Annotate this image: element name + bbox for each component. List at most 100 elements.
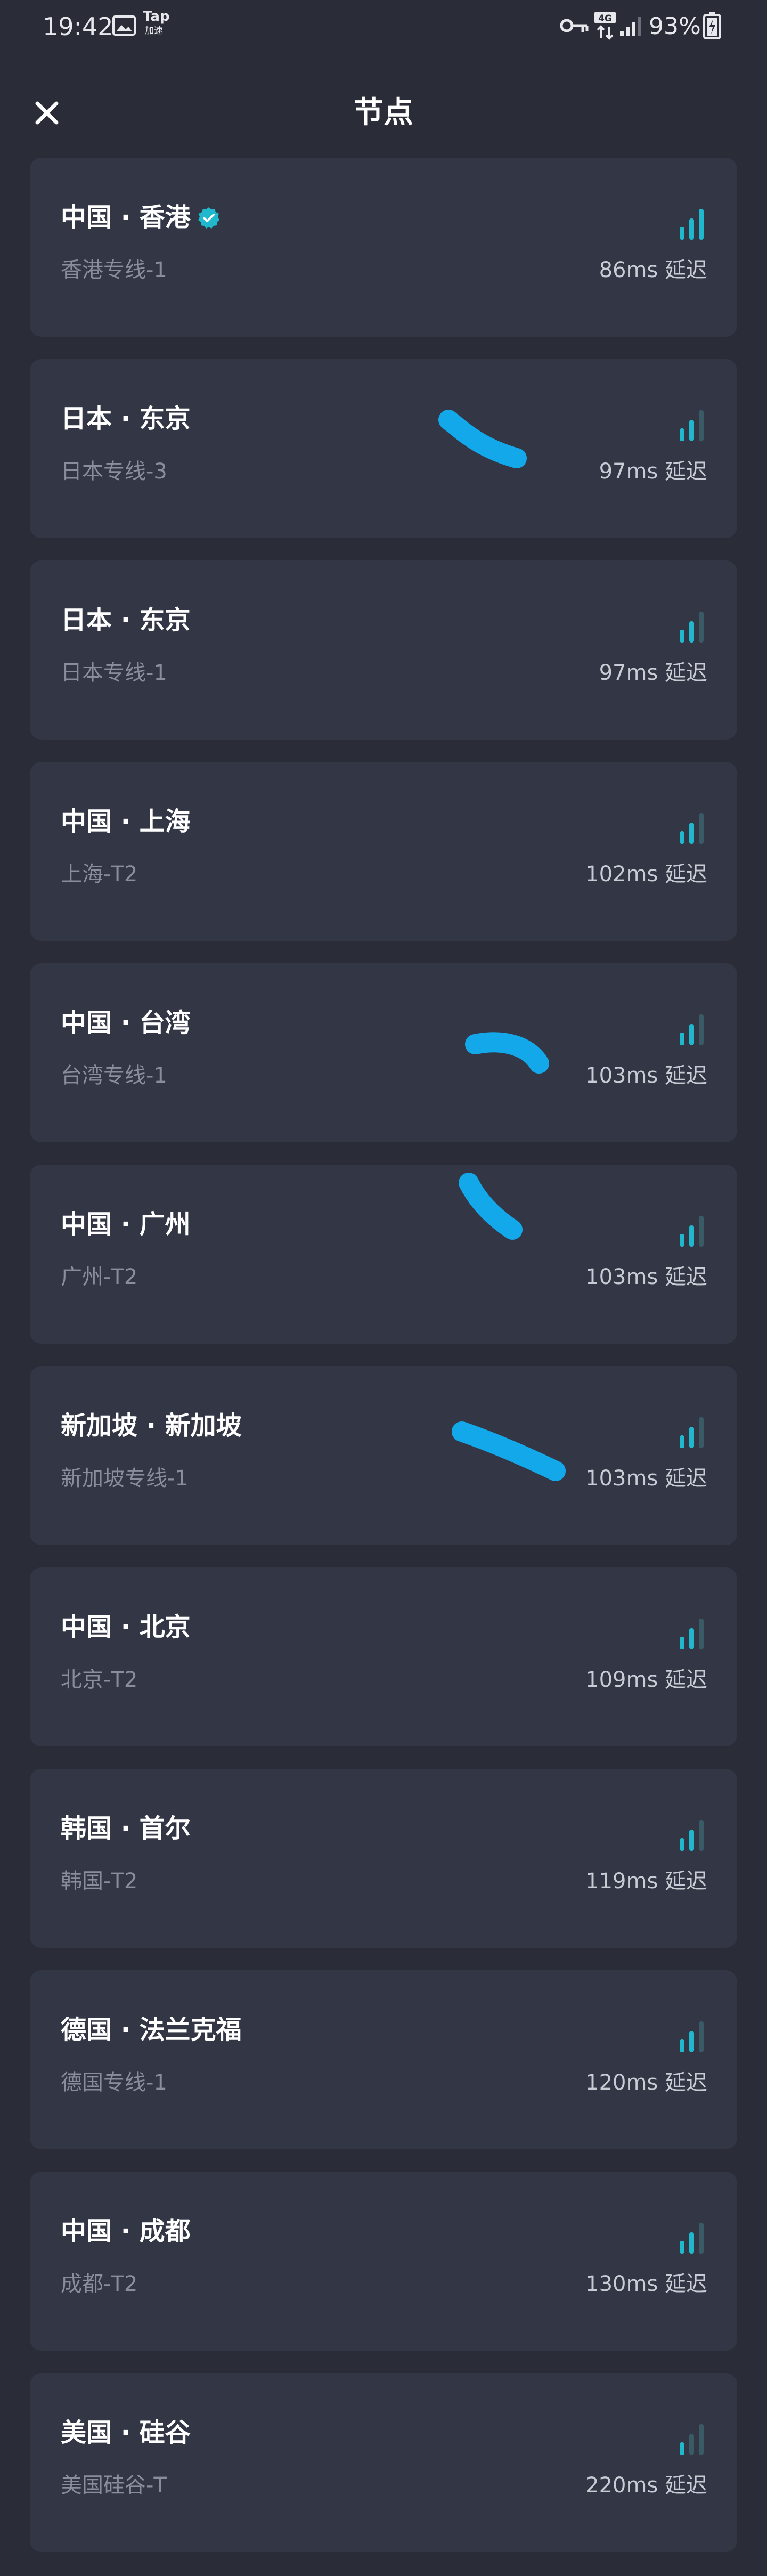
node-latency: 130ms 延迟 <box>585 2272 707 2296</box>
battery-percent: 93% <box>649 13 701 40</box>
node-card[interactable]: 韩国 · 首尔 韩国-T2 119ms 延迟 <box>30 1769 737 1948</box>
signal-bar <box>689 420 694 441</box>
node-latency: 109ms 延迟 <box>585 1668 707 1692</box>
verified-icon <box>197 205 221 229</box>
signal-bar <box>680 227 684 240</box>
node-card[interactable]: 日本 · 东京 日本专线-1 97ms 延迟 <box>30 560 737 740</box>
node-subtitle: 成都-T2 <box>61 2272 138 2296</box>
signal-bar <box>689 621 694 643</box>
node-card[interactable]: 中国 · 广州 广州-T2 103ms 延迟 <box>30 1165 737 1344</box>
signal-bar <box>680 428 684 441</box>
header: 节点 <box>0 80 767 149</box>
node-latency: 102ms 延迟 <box>585 862 707 887</box>
signal-bars-icon <box>680 2223 704 2254</box>
signal-strength-icon <box>678 2019 707 2053</box>
node-card[interactable]: 中国 · 成都 成都-T2 130ms 延迟 <box>30 2172 737 2351</box>
signal-bar <box>699 1417 704 1448</box>
signal-bar <box>699 813 704 844</box>
signal-bars-icon <box>680 612 704 643</box>
gallery-icon <box>112 15 136 36</box>
node-title-text: 中国 · 香港 <box>61 202 191 232</box>
signal-strength-icon <box>678 1012 707 1046</box>
signal-bar <box>689 1628 694 1649</box>
signal-bars-icon <box>680 2424 704 2455</box>
signal-bar <box>699 1216 704 1247</box>
signal-strength-icon <box>678 1616 707 1651</box>
signal-bar <box>680 831 684 844</box>
signal-bar <box>689 1024 694 1045</box>
network-type: 4G <box>598 13 612 24</box>
page-title: 节点 <box>354 95 413 130</box>
signal-bar <box>689 2031 694 2052</box>
signal-bar <box>689 1830 694 1851</box>
node-card[interactable]: 中国 · 台湾 台湾专线-1 103ms 延迟 <box>30 963 737 1142</box>
node-card[interactable]: 日本 · 东京 日本专线-3 97ms 延迟 <box>30 359 737 538</box>
signal-bar <box>689 823 694 844</box>
node-card[interactable]: 新加坡 · 新加坡 新加坡专线-1 103ms 延迟 <box>30 1366 737 1545</box>
node-subtitle: 台湾专线-1 <box>61 1063 167 1088</box>
signal-bars-icon <box>680 1820 704 1851</box>
signal-bar <box>680 1234 684 1247</box>
signal-bar <box>699 410 704 441</box>
node-card[interactable]: 美国 · 硅谷 美国硅谷-T 220ms 延迟 <box>30 2373 737 2552</box>
node-latency: 97ms 延迟 <box>599 661 707 685</box>
signal-bar <box>699 1014 704 1045</box>
mobile-data-icon: 4G <box>593 11 617 40</box>
node-subtitle: 香港专线-1 <box>61 258 167 282</box>
signal-strength-icon <box>678 1415 707 1449</box>
signal-bar <box>680 1435 684 1448</box>
signal-bar <box>689 218 694 240</box>
battery-icon <box>703 12 721 39</box>
node-subtitle: 日本专线-3 <box>61 459 167 484</box>
node-subtitle: 广州-T2 <box>61 1265 138 1289</box>
node-card[interactable]: 德国 · 法兰克福 德国专线-1 120ms 延迟 <box>30 1970 737 2149</box>
signal-bar <box>699 2021 704 2052</box>
signal-bar <box>699 2424 704 2455</box>
node-title: 韩国 · 首尔 <box>61 1814 191 1843</box>
signal-bar <box>689 1427 694 1448</box>
signal-bars-icon <box>680 1619 704 1649</box>
signal-bars-icon <box>680 1216 704 1247</box>
node-title: 中国 · 上海 <box>61 807 191 836</box>
signal-bar <box>680 1637 684 1649</box>
signal-strength-icon <box>678 610 707 644</box>
signal-bar <box>699 1619 704 1649</box>
node-latency: 103ms 延迟 <box>585 1063 707 1088</box>
signal-bars-icon <box>680 410 704 441</box>
node-title: 中国 · 成都 <box>61 2216 191 2246</box>
signal-bars-icon <box>680 209 704 240</box>
signal-bars-icon <box>680 2021 704 2052</box>
signal-bar <box>689 1225 694 1247</box>
node-subtitle: 德国专线-1 <box>61 2070 167 2095</box>
signal-strength-icon <box>678 1214 707 1248</box>
node-latency: 103ms 延迟 <box>585 1265 707 1289</box>
node-subtitle: 日本专线-1 <box>61 661 167 685</box>
signal-bar <box>699 209 704 240</box>
node-title: 日本 · 东京 <box>61 404 191 434</box>
signal-strength-icon <box>678 207 707 241</box>
node-title: 美国 · 硅谷 <box>61 2418 191 2448</box>
signal-bar <box>689 2232 694 2254</box>
signal-bars-icon <box>680 1014 704 1045</box>
node-title: 中国 · 北京 <box>61 1612 191 1642</box>
node-card[interactable]: 中国 · 北京 北京-T2 109ms 延迟 <box>30 1567 737 1746</box>
node-card[interactable]: 中国 · 上海 上海-T2 102ms 延迟 <box>30 762 737 941</box>
node-latency: 120ms 延迟 <box>585 2070 707 2095</box>
signal-icon <box>619 14 646 37</box>
signal-strength-icon <box>678 2422 707 2456</box>
node-card[interactable]: 中国 · 香港 香港专线-1 86ms 延迟 <box>30 158 737 337</box>
signal-bar <box>680 2241 684 2254</box>
node-title: 中国 · 广州 <box>61 1209 191 1239</box>
node-latency: 220ms 延迟 <box>585 2473 707 2498</box>
signal-bars-icon <box>680 1417 704 1448</box>
signal-bar <box>699 1820 704 1851</box>
node-latency: 86ms 延迟 <box>599 258 707 282</box>
node-latency: 103ms 延迟 <box>585 1466 707 1491</box>
node-latency: 119ms 延迟 <box>585 1869 707 1894</box>
node-subtitle: 上海-T2 <box>61 862 138 887</box>
vpn-key-icon <box>559 16 589 35</box>
node-title: 德国 · 法兰克福 <box>61 2015 242 2045</box>
tap-accelerator-icon: Tap 加速 <box>143 9 175 40</box>
node-subtitle: 美国硅谷-T <box>61 2473 167 2498</box>
signal-bars-icon <box>680 813 704 844</box>
